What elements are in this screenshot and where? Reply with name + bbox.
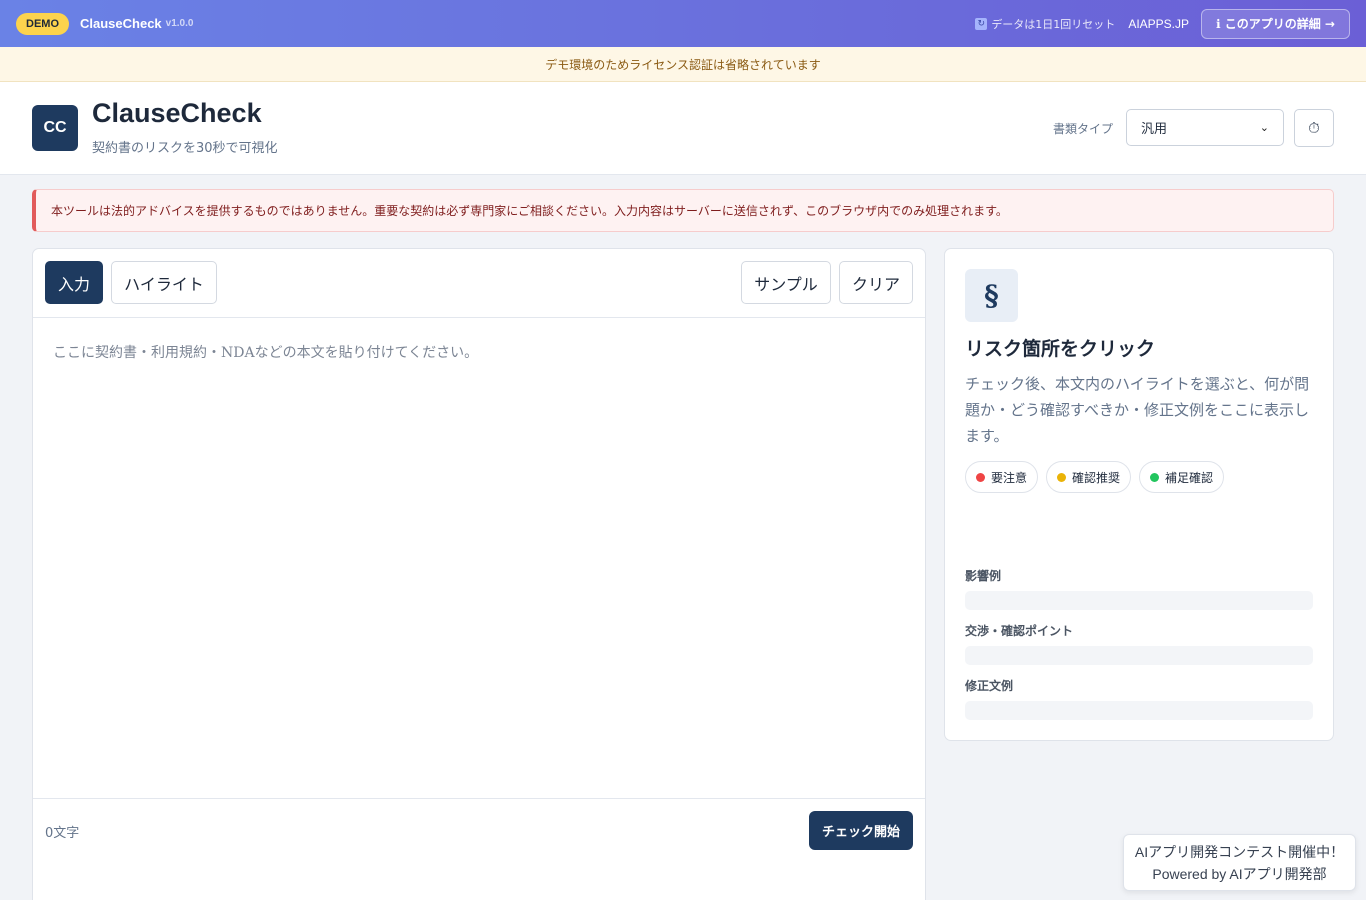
demo-app-name: ClauseCheck <box>80 16 162 31</box>
impact-label: 影響例 <box>965 569 1002 583</box>
history-button[interactable]: ⏱ <box>1294 109 1334 147</box>
contract-text-placeholder: ここに契約書・利用規約・NDAなどの本文を貼り付けてください。 <box>53 345 479 361</box>
disclaimer-banner: 本ツールは法的アドバイスを提供するものではありません。重要な契約は必ず専門家にご… <box>32 189 1334 232</box>
contest-line-2: Powered by AIアプリ開発部 <box>1152 866 1327 882</box>
chevron-down-icon: ⌄ <box>1259 121 1269 134</box>
license-notice: デモ環境のためライセンス認証は省略されています <box>0 47 1366 82</box>
check-start-button[interactable]: チェック開始 <box>809 811 913 850</box>
demo-bar-right: ↻ データは1日1回リセット AIAPPS.JP ℹ このアプリの詳細 → <box>975 8 1350 39</box>
doc-type-select[interactable]: 汎用 ⌄ <box>1126 109 1284 146</box>
demo-version: v1.0.0 <box>165 18 194 29</box>
negotiation-value <box>965 646 1313 665</box>
editor-card: 入力 ハイライト サンプル クリア ここに契約書・利用規約・NDAなどの本文を貼… <box>32 248 926 900</box>
risk-legend: 要注意 確認推奨 補足確認 <box>965 461 1225 493</box>
app-detail-button[interactable]: ℹ このアプリの詳細 → <box>1201 8 1350 39</box>
doc-type-label: 書類タイプ <box>1053 122 1114 136</box>
legend-label: 要注意 <box>991 470 1028 485</box>
revision-value <box>965 701 1313 720</box>
refresh-icon: ↻ <box>975 17 988 30</box>
legend-medium: 確認推奨 <box>1046 461 1132 493</box>
contest-banner[interactable]: AIアプリ開発コンテスト開催中！ Powered by AIアプリ開発部 <box>1123 834 1356 891</box>
red-dot-icon <box>976 472 985 482</box>
char-count: 0文字 <box>45 826 80 841</box>
tab-input[interactable]: 入力 <box>45 261 103 304</box>
impact-value <box>965 591 1313 610</box>
negotiation-label: 交渉・確認ポイント <box>965 624 1074 638</box>
page-subtitle: 契約書のリスクを30秒で可視化 <box>92 141 278 156</box>
legend-label: 補足確認 <box>1165 470 1214 485</box>
page-title: ClauseCheck <box>92 98 262 128</box>
contract-text-input[interactable]: ここに契約書・利用規約・NDAなどの本文を貼り付けてください。 <box>33 318 925 798</box>
revision-label: 修正文例 <box>965 679 1014 693</box>
yellow-dot-icon <box>1057 472 1067 482</box>
risk-detail-panel: § リスク箇所をクリック チェック後、本文内のハイライトを選ぶと、何が問題か・ど… <box>944 248 1334 741</box>
editor-footer: 0文字 チェック開始 <box>33 798 925 900</box>
legend-label: 確認推奨 <box>1072 470 1121 485</box>
reset-note-text: データは1日1回リセット <box>991 17 1116 31</box>
editor-toolbar: 入力 ハイライト サンプル クリア <box>33 249 925 318</box>
sample-button[interactable]: サンプル <box>741 261 831 304</box>
legend-low: 補足確認 <box>1139 461 1225 493</box>
tab-highlight[interactable]: ハイライト <box>111 261 217 304</box>
clear-button[interactable]: クリア <box>839 261 913 304</box>
demo-badge: DEMO <box>16 12 69 35</box>
legend-high: 要注意 <box>965 461 1039 493</box>
panel-title: リスク箇所をクリック <box>965 338 1156 360</box>
app-header: CC ClauseCheck 契約書のリスクを30秒で可視化 書類タイプ 汎用 … <box>0 82 1366 175</box>
reset-note: ↻ データは1日1回リセット <box>975 16 1115 32</box>
timer-icon: ⏱ <box>1308 119 1320 137</box>
green-dot-icon <box>1150 472 1160 482</box>
app-logo: CC <box>32 105 78 151</box>
section-sign-icon: § <box>965 269 1018 322</box>
doc-type-selected: 汎用 <box>1141 122 1168 137</box>
site-link[interactable]: AIAPPS.JP <box>1128 17 1189 31</box>
panel-description: チェック後、本文内のハイライトを選ぶと、何が問題か・どう確認すべきか・修正文例を… <box>965 375 1310 445</box>
demo-bar: DEMO ClauseCheck v1.0.0 ↻ データは1日1回リセット A… <box>0 0 1366 47</box>
contest-line-1: AIアプリ開発コンテスト開催中！ <box>1134 844 1345 860</box>
